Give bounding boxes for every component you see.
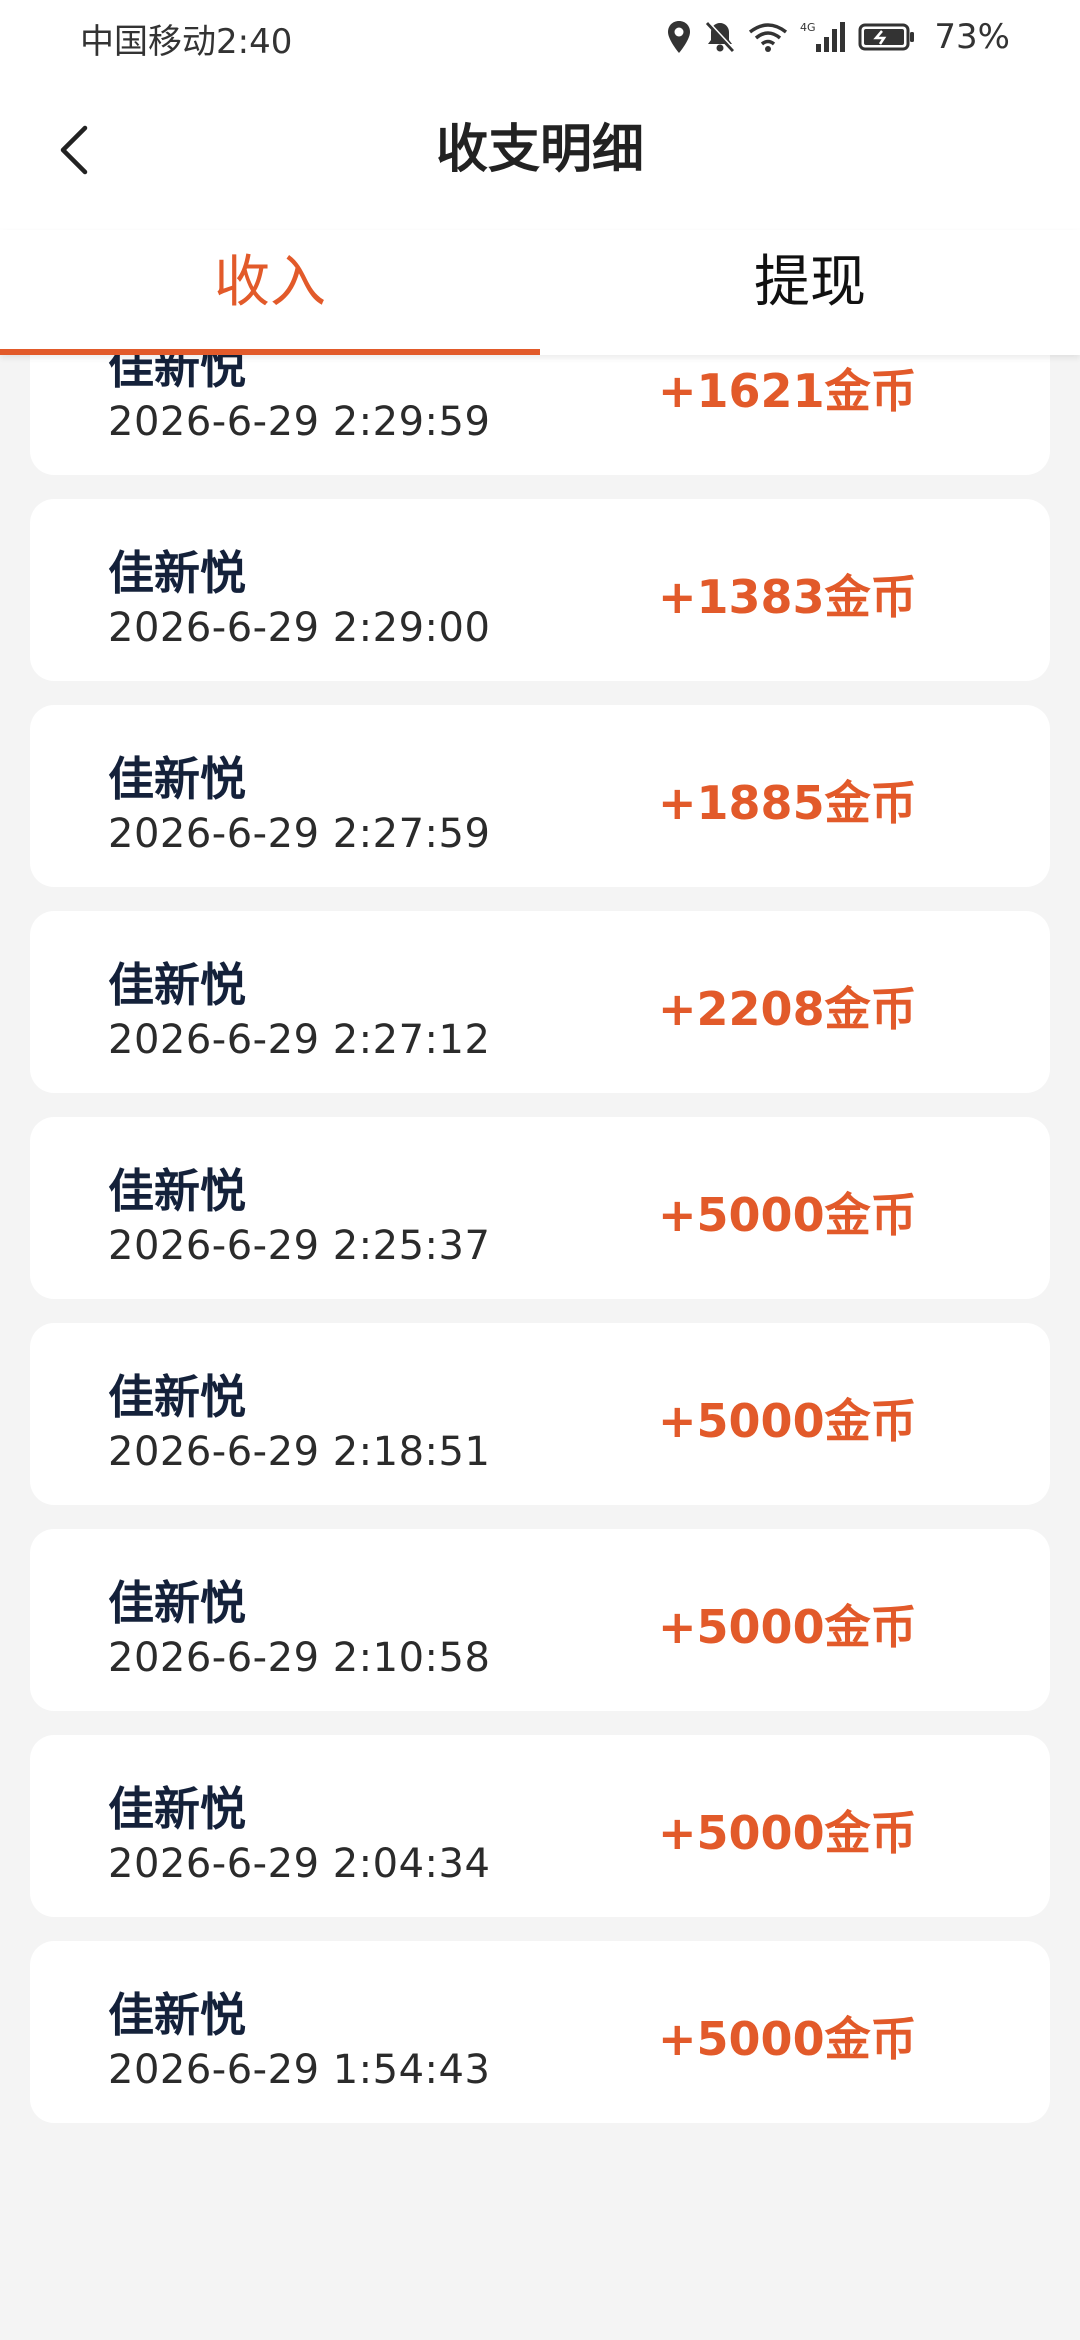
record-amount: +2208金币 <box>658 982 917 1036</box>
record-timestamp: 2026-6-29 2:04:34 <box>108 1841 491 1887</box>
wifi-icon <box>748 20 788 54</box>
tab-bar: 收入 提现 <box>0 230 1080 355</box>
income-record-card[interactable]: 佳新悦 2026-6-29 1:54:43 +5000金币 <box>30 1941 1050 2123</box>
record-payer-name: 佳新悦 <box>108 752 246 806</box>
income-record-list-inner: 佳新悦 2026-6-29 2:29:59 +1621金币 佳新悦 2026-6-29 … <box>30 355 1050 2147</box>
record-payer-name: 佳新悦 <box>108 1576 246 1630</box>
income-record-card[interactable]: 佳新悦 2026-6-29 2:10:58 +5000金币 <box>30 1529 1050 1711</box>
tab-withdraw[interactable]: 提现 <box>540 230 1080 355</box>
status-carrier-time: 中国移动2:40 <box>80 22 293 62</box>
record-amount: +1621金币 <box>658 364 917 418</box>
battery-percentage: 73% <box>934 17 1010 57</box>
tab-active-indicator <box>0 349 540 355</box>
status-bar: 中国移动2:40 4G 73% <box>0 0 1080 75</box>
record-payer-name: 佳新悦 <box>108 1988 246 2042</box>
record-timestamp: 2026-6-29 2:25:37 <box>108 1223 491 1269</box>
income-record-card[interactable]: 佳新悦 2026-6-29 2:29:00 +1383金币 <box>30 499 1050 681</box>
record-payer-name: 佳新悦 <box>108 958 246 1012</box>
nav-bar: 收支明细 <box>0 75 1080 230</box>
record-amount: +5000金币 <box>658 1188 917 1242</box>
bell-muted-icon <box>704 20 736 54</box>
record-payer-name: 佳新悦 <box>108 1164 246 1218</box>
record-timestamp: 2026-6-29 2:27:59 <box>108 811 491 857</box>
location-icon <box>666 20 692 54</box>
record-payer-name: 佳新悦 <box>108 355 246 394</box>
svg-text:4G: 4G <box>800 21 816 34</box>
income-record-card[interactable]: 佳新悦 2026-6-29 2:04:34 +5000金币 <box>30 1735 1050 1917</box>
status-icons: 4G 73% <box>666 12 1010 62</box>
record-payer-name: 佳新悦 <box>108 1370 246 1424</box>
income-record-list[interactable]: 佳新悦 2026-6-29 2:29:59 +1621金币 佳新悦 2026-6-29 … <box>0 355 1080 2340</box>
record-payer-name: 佳新悦 <box>108 546 246 600</box>
income-record-card[interactable]: 佳新悦 2026-6-29 2:29:59 +1621金币 <box>30 355 1050 475</box>
record-timestamp: 2026-6-29 2:18:51 <box>108 1429 491 1475</box>
income-record-card[interactable]: 佳新悦 2026-6-29 2:27:12 +2208金币 <box>30 911 1050 1093</box>
record-amount: +5000金币 <box>658 2012 917 2066</box>
income-record-card[interactable]: 佳新悦 2026-6-29 2:27:59 +1885金币 <box>30 705 1050 887</box>
record-amount: +1383金币 <box>658 570 917 624</box>
signal-4g-icon: 4G <box>800 20 846 54</box>
record-timestamp: 2026-6-29 2:29:59 <box>108 399 491 445</box>
income-record-card[interactable]: 佳新悦 2026-6-29 2:18:51 +5000金币 <box>30 1323 1050 1505</box>
record-timestamp: 2026-6-29 2:27:12 <box>108 1017 491 1063</box>
tab-income[interactable]: 收入 <box>0 230 540 355</box>
record-amount: +1885金币 <box>658 776 917 830</box>
record-timestamp: 2026-6-29 1:54:43 <box>108 2047 491 2093</box>
page-title: 收支明细 <box>435 120 644 180</box>
record-amount: +5000金币 <box>658 1806 917 1860</box>
record-amount: +5000金币 <box>658 1600 917 1654</box>
income-record-card[interactable]: 佳新悦 2026-6-29 2:25:37 +5000金币 <box>30 1117 1050 1299</box>
record-amount: +5000金币 <box>658 1394 917 1448</box>
battery-icon <box>858 20 916 54</box>
record-payer-name: 佳新悦 <box>108 1782 246 1836</box>
record-timestamp: 2026-6-29 2:29:00 <box>108 605 491 651</box>
record-timestamp: 2026-6-29 2:10:58 <box>108 1635 491 1681</box>
